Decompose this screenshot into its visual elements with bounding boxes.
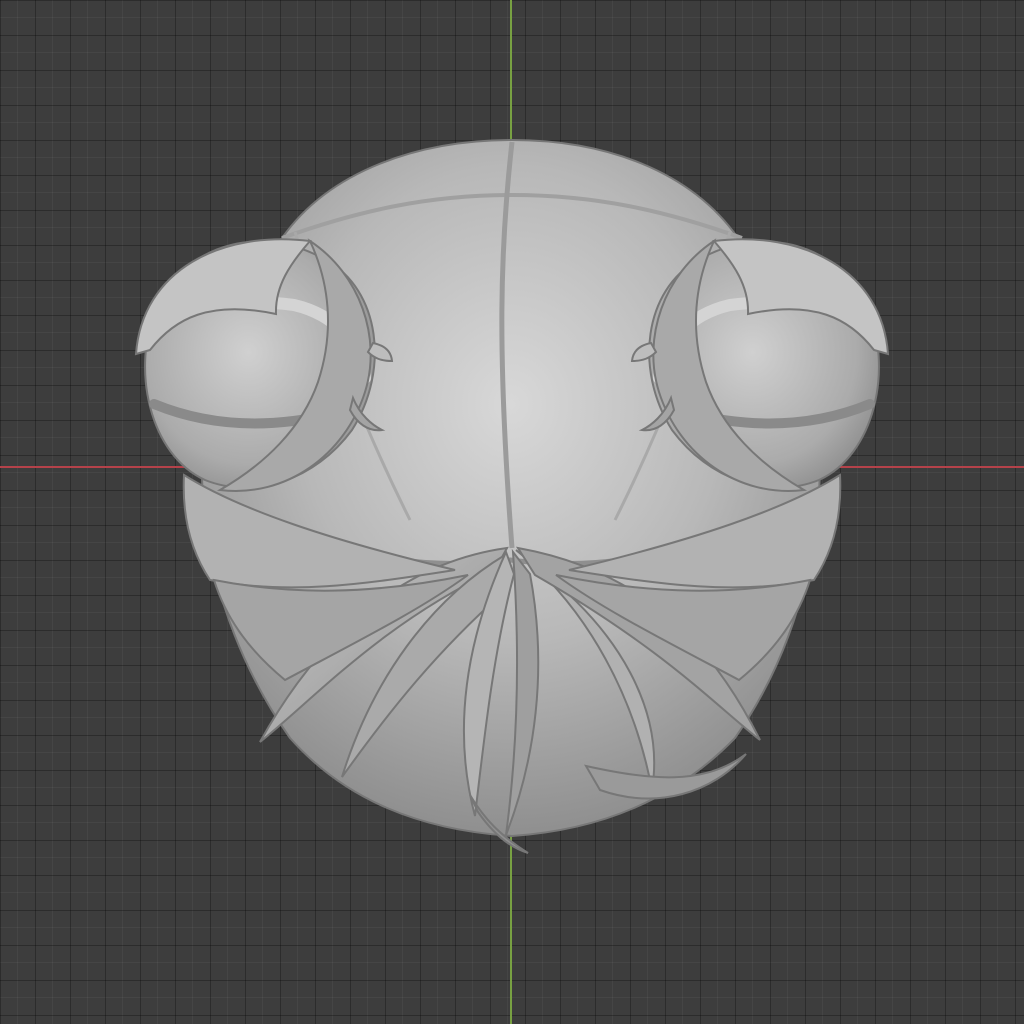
blender-3d-viewport[interactable] xyxy=(0,0,1024,1024)
hair-mesh-model[interactable] xyxy=(0,0,1024,1024)
